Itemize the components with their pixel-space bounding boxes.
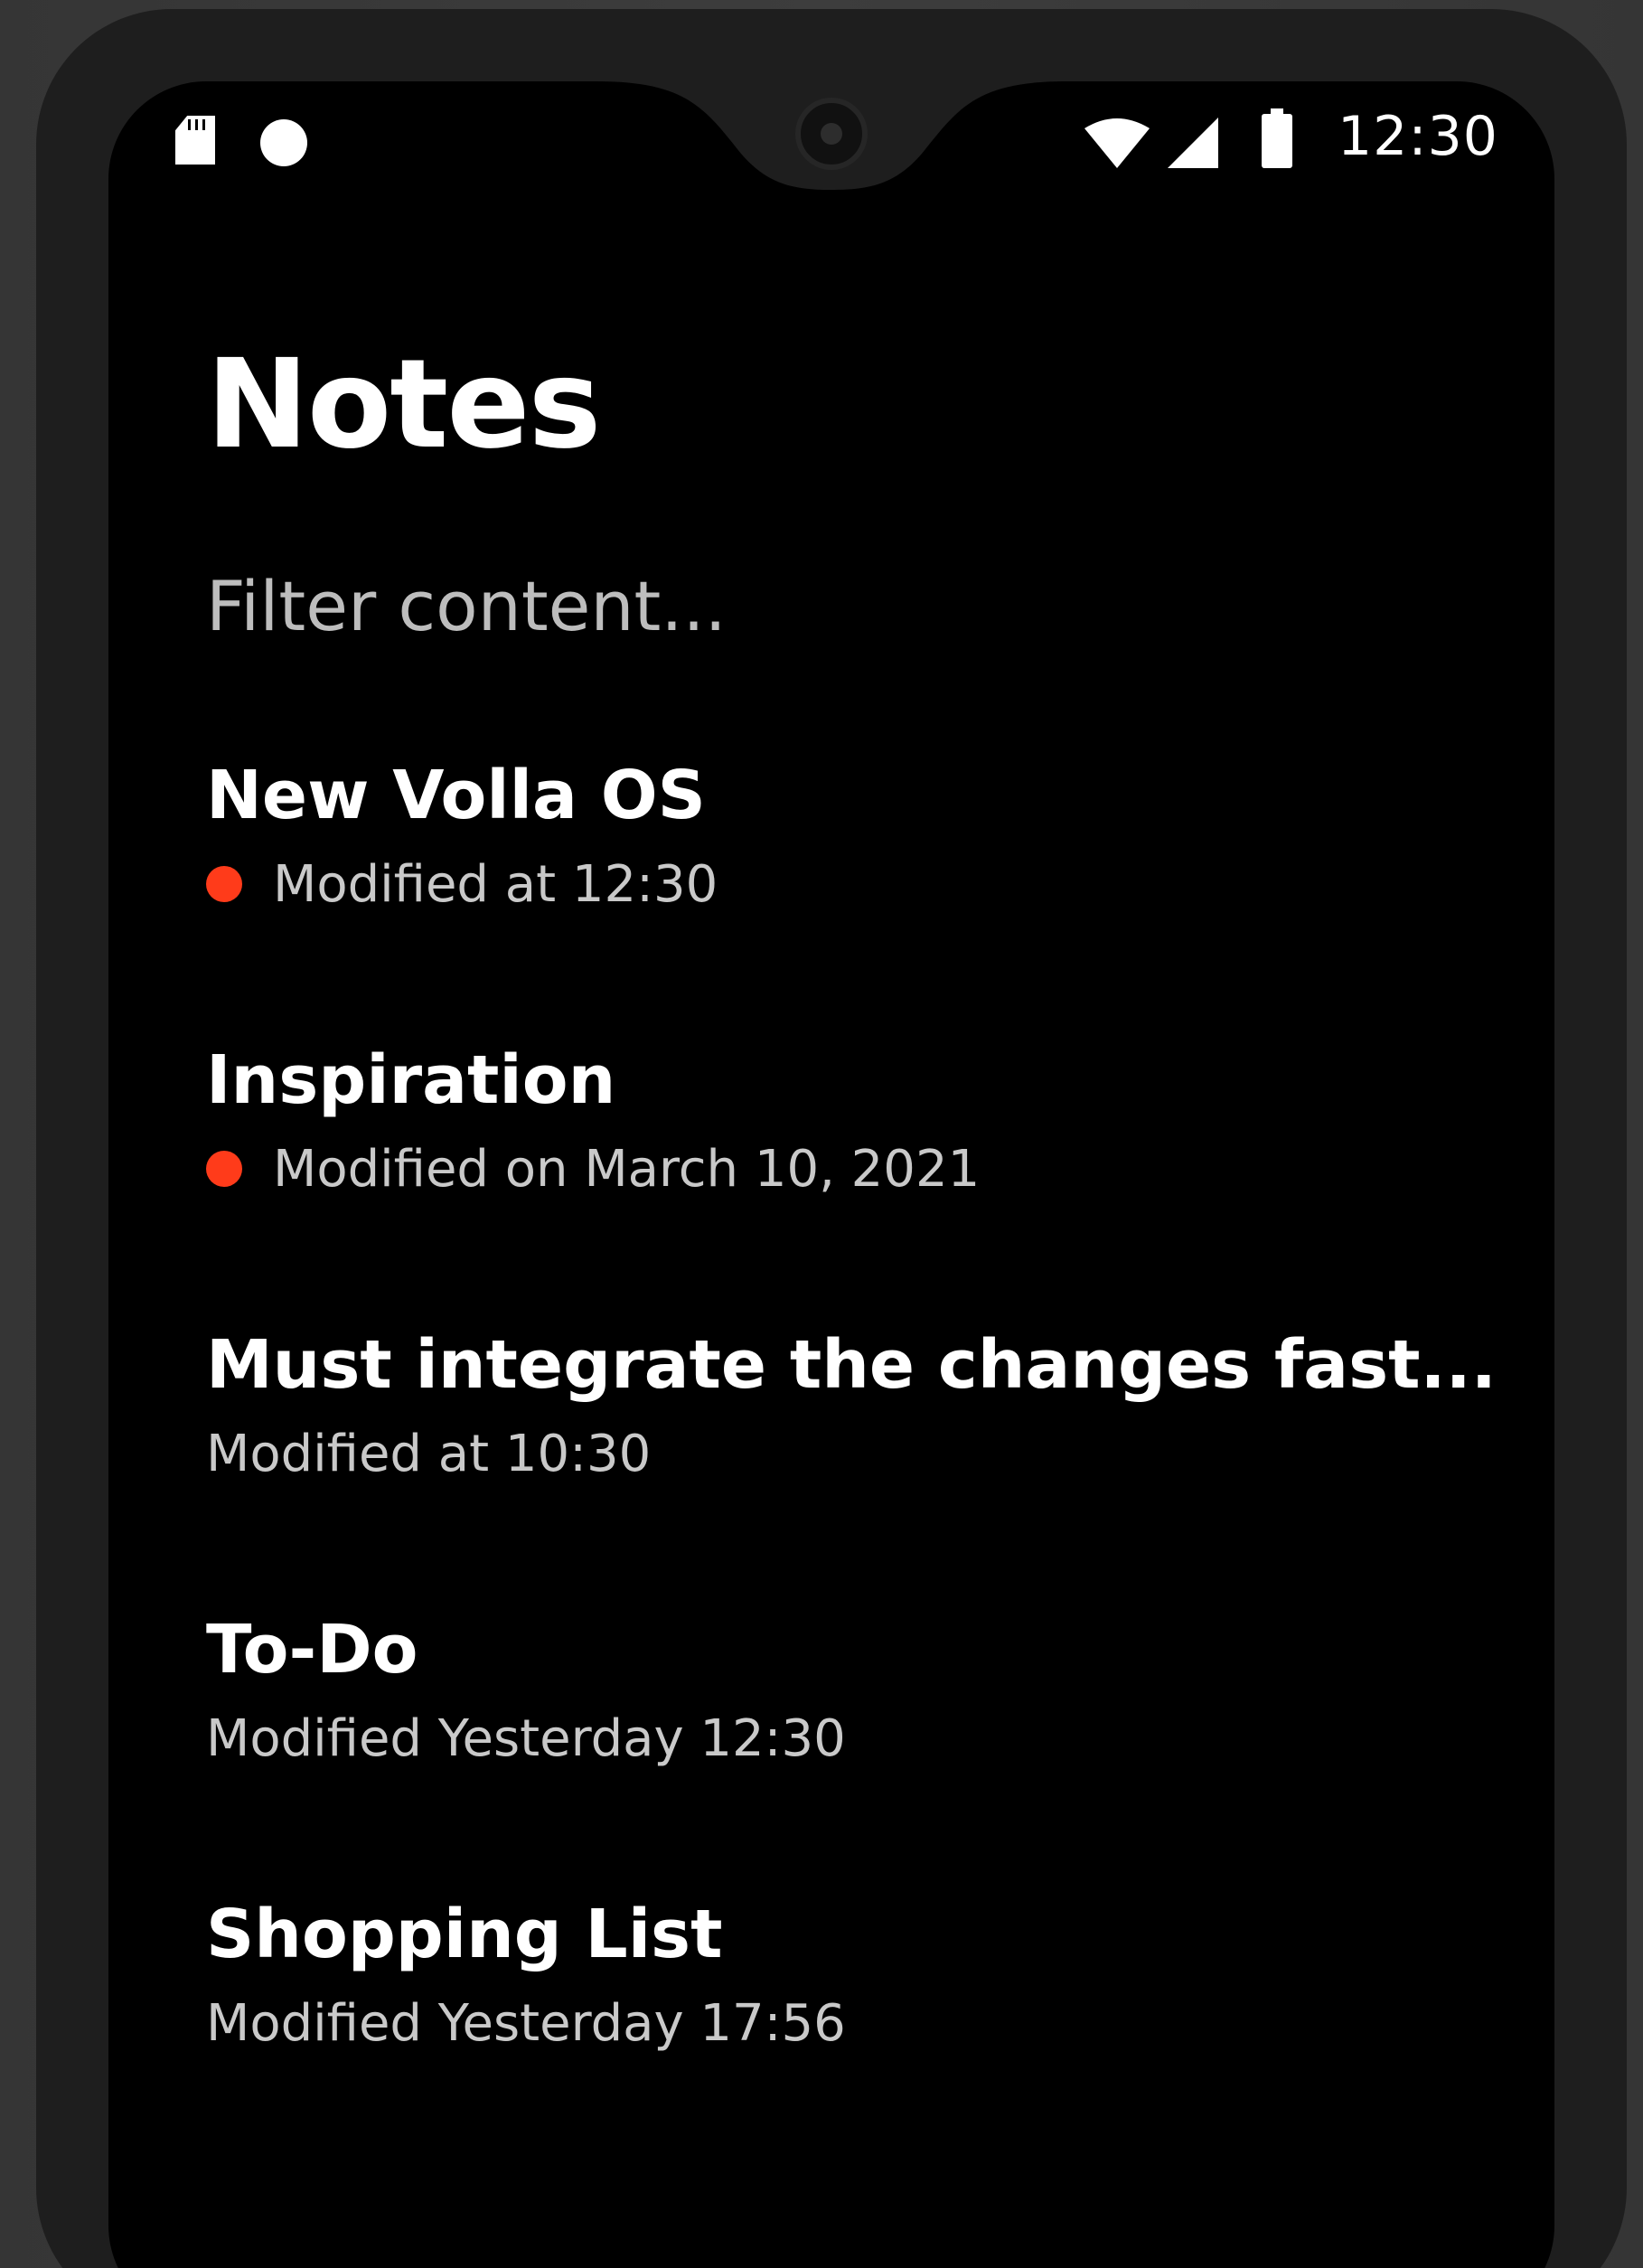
note-modified: Modified at 10:30 [206,1424,652,1483]
note-item[interactable]: To-Do Modified Yesterday 12:30 [206,1605,1526,1889]
note-item[interactable]: Shopping List Modified Yesterday 17:56 [206,1889,1526,2174]
sd-card-icon [175,116,215,165]
notes-list: New Volla OS Modified at 12:30 Inspirati… [206,750,1526,2174]
note-meta: Modified Yesterday 17:56 [206,1987,1526,2059]
note-modified: Modified at 12:30 [273,854,718,914]
note-meta: Modified at 10:30 [206,1417,1526,1490]
note-item[interactable]: New Volla OS Modified at 12:30 [206,750,1526,1035]
note-meta: Modified Yesterday 12:30 [206,1702,1526,1774]
note-title: Inspiration [206,1041,616,1119]
note-modified: Modified Yesterday 12:30 [206,1708,846,1768]
note-meta: Modified at 12:30 [206,848,1526,920]
unread-indicator-icon [206,866,242,902]
filter-input[interactable] [206,560,1291,651]
status-bar: 12:30 [108,81,1554,199]
device-background: 12:30 Notes New Volla OS Modified at 12:… [0,0,1643,2268]
unread-indicator-icon [206,1151,242,1187]
note-modified: Modified on March 10, 2021 [273,1139,981,1199]
note-modified: Modified Yesterday 17:56 [206,1993,846,2053]
note-title: New Volla OS [206,757,706,834]
battery-icon [1262,108,1292,168]
note-meta: Modified on March 10, 2021 [206,1133,1526,1205]
status-time: 12:30 [1338,105,1498,168]
note-item[interactable]: Inspiration Modified on March 10, 2021 [206,1035,1526,1320]
note-title: Must integrate the changes fast... [206,1326,1497,1404]
note-title: Shopping List [206,1896,723,1973]
wifi-icon [1084,118,1150,168]
cellular-signal-icon [1168,118,1218,168]
note-item[interactable]: Must integrate the changes fast... Modif… [206,1320,1526,1605]
phone-screen: 12:30 Notes New Volla OS Modified at 12:… [108,81,1554,2268]
note-title: To-Do [206,1611,418,1689]
notification-dot-icon [260,119,307,166]
page-title: Notes [206,334,601,476]
